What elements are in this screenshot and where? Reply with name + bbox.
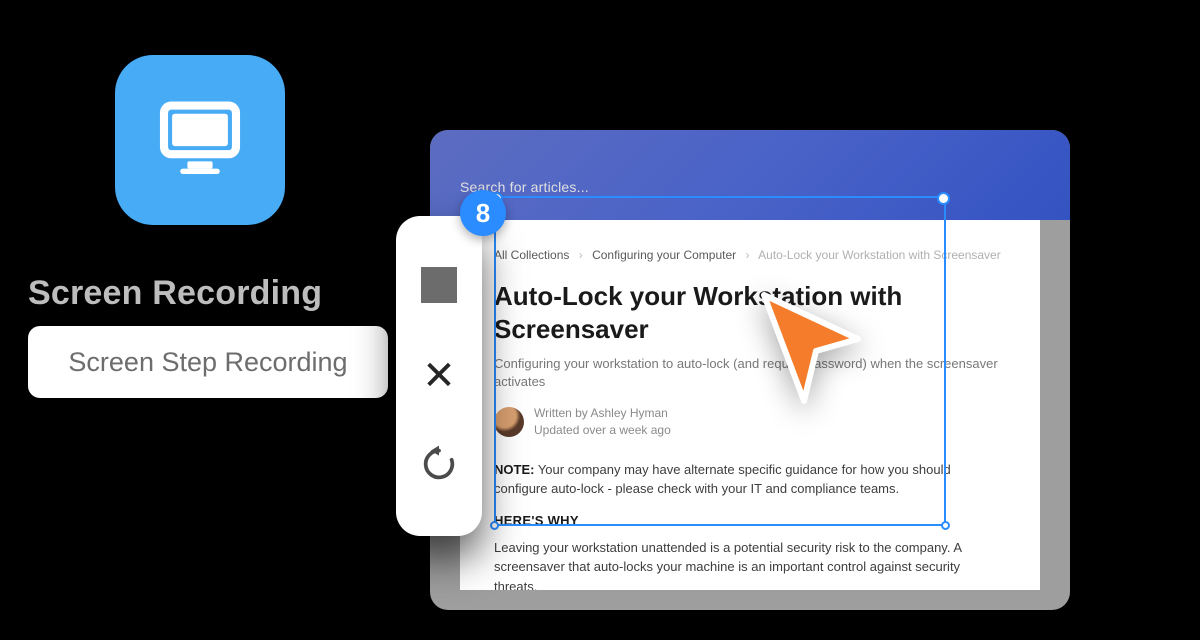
breadcrumb-root[interactable]: All Collections xyxy=(494,248,569,262)
screen-step-recording-label: Screen Step Recording xyxy=(68,347,347,378)
breadcrumb: All Collections › Configuring your Compu… xyxy=(494,248,1006,262)
why-heading: HERE'S WHY xyxy=(494,513,1006,528)
step-count-value: 8 xyxy=(476,198,490,229)
cursor-pointer-icon xyxy=(756,289,866,414)
article-subtitle: Configuring your workstation to auto-loc… xyxy=(494,355,1006,391)
monitor-icon xyxy=(155,93,245,188)
step-count-badge: 8 xyxy=(460,190,506,236)
article-updated: Updated over a week ago xyxy=(534,422,671,438)
why-body: Leaving your workstation unattended is a… xyxy=(494,538,1006,590)
search-input[interactable]: Search for articles... xyxy=(460,170,1040,204)
note-label: NOTE: xyxy=(494,462,534,477)
stop-recording-button[interactable] xyxy=(417,263,461,307)
screen-recording-heading: Screen Recording xyxy=(28,274,322,313)
recorder-toolbar: ✕ xyxy=(396,216,482,536)
breadcrumb-section[interactable]: Configuring your Computer xyxy=(592,248,736,262)
article-note: NOTE: Your company may have alternate sp… xyxy=(494,460,1006,499)
article-body: All Collections › Configuring your Compu… xyxy=(460,220,1040,590)
written-by-prefix: Written by xyxy=(534,406,590,420)
stop-icon xyxy=(421,267,457,303)
screen-step-recording-button[interactable]: Screen Step Recording xyxy=(28,326,388,398)
app-icon xyxy=(115,55,285,225)
restart-icon xyxy=(419,444,459,489)
note-body: Your company may have alternate specific… xyxy=(494,462,951,497)
cancel-recording-button[interactable]: ✕ xyxy=(417,354,461,398)
author-name: Ashley Hyman xyxy=(590,406,667,420)
article-window: Search for articles... All Collections ›… xyxy=(430,130,1070,610)
avatar xyxy=(494,407,524,437)
close-icon: ✕ xyxy=(422,356,456,396)
restart-recording-button[interactable] xyxy=(417,445,461,489)
breadcrumb-current: Auto-Lock your Workstation with Screensa… xyxy=(758,248,1001,262)
article-title: Auto-Lock your Workstation with Screensa… xyxy=(494,280,1006,345)
article-author: Written by Ashley Hyman Updated over a w… xyxy=(494,405,1006,437)
article-window-header: Search for articles... xyxy=(430,130,1070,220)
